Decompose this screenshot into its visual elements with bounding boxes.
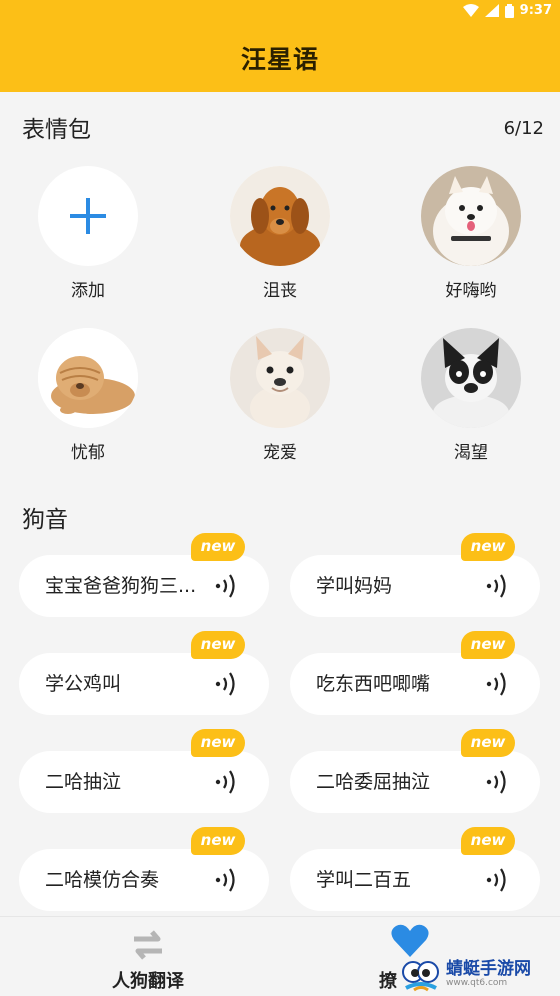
swap-arrows-icon <box>134 930 162 960</box>
sticker-circle[interactable] <box>421 328 521 428</box>
bottom-nav: 人狗翻译 撩 蜻蜓手游网 www.qt6.com <box>0 916 560 996</box>
new-badge: new <box>461 827 515 855</box>
nav-translate-label: 人狗翻译 <box>112 971 184 992</box>
new-badge: new <box>191 631 245 659</box>
shar-pei-image <box>38 328 138 428</box>
new-badge: new <box>461 533 515 561</box>
sound-card[interactable]: 学叫二百五 <box>290 849 540 911</box>
sound-label: 学叫二百五 <box>316 869 412 891</box>
sound-card[interactable]: 二哈委屈抽泣 <box>290 751 540 813</box>
sticker-label: 好嗨哟 <box>445 281 497 301</box>
golden-retriever-image <box>230 166 330 266</box>
watermark-url: www.qt6.com <box>446 978 508 988</box>
sound-card[interactable]: 二哈模仿合奏 <box>19 849 269 911</box>
sound-label: 二哈抽泣 <box>45 771 122 793</box>
black-white-bulldog-image <box>421 328 521 428</box>
stickers-section-title: 表情包 <box>22 117 91 143</box>
new-badge: new <box>191 729 245 757</box>
sticker-circle[interactable] <box>38 328 138 428</box>
sound-card[interactable]: 宝宝爸爸狗狗三... <box>19 555 269 617</box>
dragonfly-logo-icon <box>402 961 439 992</box>
new-badge: new <box>461 631 515 659</box>
sticker-item[interactable]: 沮丧 <box>230 166 330 301</box>
watermark: 蜻蜓手游网 www.qt6.com <box>400 952 560 996</box>
sound-label: 学叫妈妈 <box>316 575 393 597</box>
sound-card[interactable]: 学叫妈妈 <box>290 555 540 617</box>
add-icon <box>70 198 106 234</box>
sticker-label: 渴望 <box>454 443 488 463</box>
sounds-section-title: 狗音 <box>22 507 68 533</box>
page-title: 汪星语 <box>240 45 319 74</box>
status-time: 9:37 <box>519 3 552 18</box>
sound-card[interactable]: 吃东西吧唧嘴 <box>290 653 540 715</box>
sound-card[interactable]: 二哈抽泣 <box>19 751 269 813</box>
sticker-circle[interactable] <box>230 166 330 266</box>
new-badge: new <box>461 729 515 757</box>
status-icons: 9:37 <box>462 3 552 18</box>
pomeranian-image <box>421 166 521 266</box>
sticker-item[interactable]: 宠爱 <box>230 328 330 463</box>
sticker-item[interactable]: 渴望 <box>421 328 521 463</box>
sticker-label: 忧郁 <box>71 443 105 463</box>
sound-wave-icon[interactable] <box>484 865 514 895</box>
sticker-item[interactable]: 好嗨哟 <box>421 166 521 301</box>
sound-label: 二哈委屈抽泣 <box>316 771 431 793</box>
sound-label: 学公鸡叫 <box>45 673 122 695</box>
french-bulldog-image <box>230 328 330 428</box>
sticker-count: 6/12 <box>503 118 544 139</box>
signal-icon <box>484 4 499 17</box>
sound-wave-icon[interactable] <box>484 571 514 601</box>
app-bar: 汪星语 <box>0 24 560 92</box>
sound-label: 吃东西吧唧嘴 <box>316 673 431 695</box>
sound-wave-icon[interactable] <box>213 767 243 797</box>
status-bar: 9:37 <box>0 0 560 24</box>
sticker-label: 宠爱 <box>263 443 297 463</box>
sticker-label: 添加 <box>71 281 105 301</box>
sound-wave-icon[interactable] <box>213 669 243 699</box>
new-badge: new <box>191 827 245 855</box>
sound-label: 二哈模仿合奏 <box>45 869 160 891</box>
watermark-text: 蜻蜓手游网 <box>446 959 531 979</box>
sticker-label: 沮丧 <box>263 281 297 301</box>
sound-wave-icon[interactable] <box>484 669 514 699</box>
sound-wave-icon[interactable] <box>213 571 243 601</box>
nav-translate[interactable]: 人狗翻译 <box>58 917 238 996</box>
battery-icon <box>504 3 514 18</box>
sound-label: 宝宝爸爸狗狗三... <box>45 575 197 597</box>
sound-wave-icon[interactable] <box>213 865 243 895</box>
sticker-circle[interactable] <box>38 166 138 266</box>
sound-card[interactable]: 学公鸡叫 <box>19 653 269 715</box>
sound-wave-icon[interactable] <box>484 767 514 797</box>
sticker-item[interactable]: 忧郁 <box>38 328 138 463</box>
sticker-circle[interactable] <box>230 328 330 428</box>
sticker-circle[interactable] <box>421 166 521 266</box>
wifi-icon <box>462 4 479 17</box>
new-badge: new <box>191 533 245 561</box>
sticker-add[interactable]: 添加 <box>38 166 138 301</box>
